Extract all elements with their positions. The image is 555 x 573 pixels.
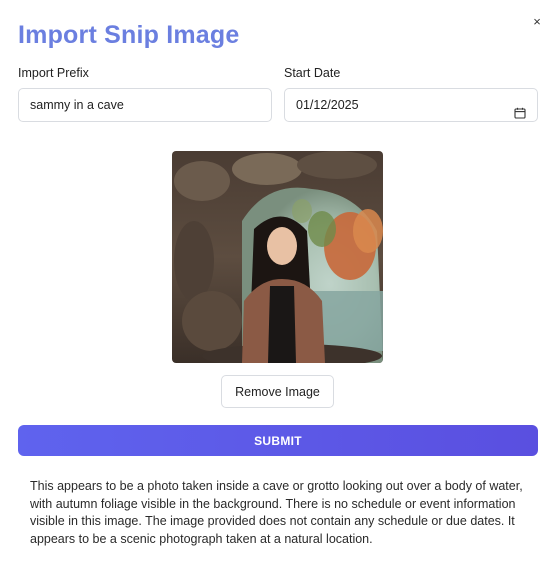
import-prefix-input[interactable]: sammy in a cave	[18, 88, 272, 122]
start-date-label: Start Date	[284, 66, 341, 80]
submit-button[interactable]: SUBMIT	[18, 425, 538, 456]
dialog-title: Import Snip Image	[18, 21, 240, 49]
import-prefix-value: sammy in a cave	[30, 98, 124, 112]
close-icon[interactable]: ×	[527, 12, 547, 32]
calendar-icon[interactable]	[514, 99, 526, 119]
import-prefix-label: Import Prefix	[18, 66, 89, 80]
start-date-value: 01/12/2025	[296, 98, 359, 112]
remove-image-button[interactable]: Remove Image	[221, 375, 334, 408]
image-analysis-text: This appears to be a photo taken inside …	[30, 479, 523, 546]
snip-image-preview	[172, 151, 383, 363]
start-date-input[interactable]: 01/12/2025	[284, 88, 538, 122]
